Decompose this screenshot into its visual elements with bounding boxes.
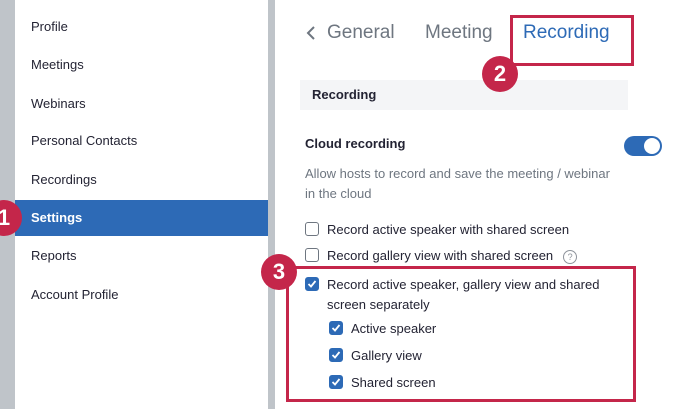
- sidebar-item-recordings[interactable]: Recordings: [15, 162, 268, 198]
- step-badge-3: 3: [261, 254, 297, 290]
- sidebar-item-profile[interactable]: Profile: [15, 9, 268, 45]
- option-label: Record gallery view with shared screen?: [327, 246, 578, 266]
- checkbox[interactable]: [305, 222, 319, 236]
- sidebar-item-webinars[interactable]: Webinars: [15, 86, 268, 122]
- highlight-recording-options: [286, 266, 636, 402]
- checkbox[interactable]: [305, 248, 319, 262]
- cloud-recording-toggle[interactable]: [624, 136, 662, 156]
- sidebar-item-reports[interactable]: Reports: [15, 238, 268, 274]
- option-label: Record active speaker with shared screen: [327, 222, 570, 237]
- cloud-recording-description: Allow hosts to record and save the meeti…: [305, 166, 610, 201]
- screenshot-frame: Profile Meetings Webinars Personal Conta…: [0, 0, 695, 409]
- chevron-left-icon[interactable]: [305, 24, 317, 42]
- sidebar-nav: Profile Meetings Webinars Personal Conta…: [15, 0, 268, 409]
- sidebar-item-personal-contacts[interactable]: Personal Contacts: [15, 123, 268, 159]
- cloud-recording-title: Cloud recording: [305, 136, 406, 151]
- tab-meeting[interactable]: Meeting: [425, 22, 493, 44]
- sidebar-item-settings[interactable]: Settings: [15, 200, 268, 236]
- highlight-recording-tab: [510, 15, 634, 66]
- toggle-knob: [644, 138, 660, 154]
- option-label-text: Record gallery view with shared screen: [327, 248, 554, 263]
- section-header-recording: Recording: [300, 80, 628, 110]
- tab-general[interactable]: General: [327, 22, 395, 44]
- sidebar-item-account-profile[interactable]: Account Profile: [15, 277, 268, 313]
- help-icon[interactable]: ?: [563, 249, 578, 264]
- sidebar-item-meetings[interactable]: Meetings: [15, 47, 268, 83]
- step-badge-2: 2: [482, 56, 518, 92]
